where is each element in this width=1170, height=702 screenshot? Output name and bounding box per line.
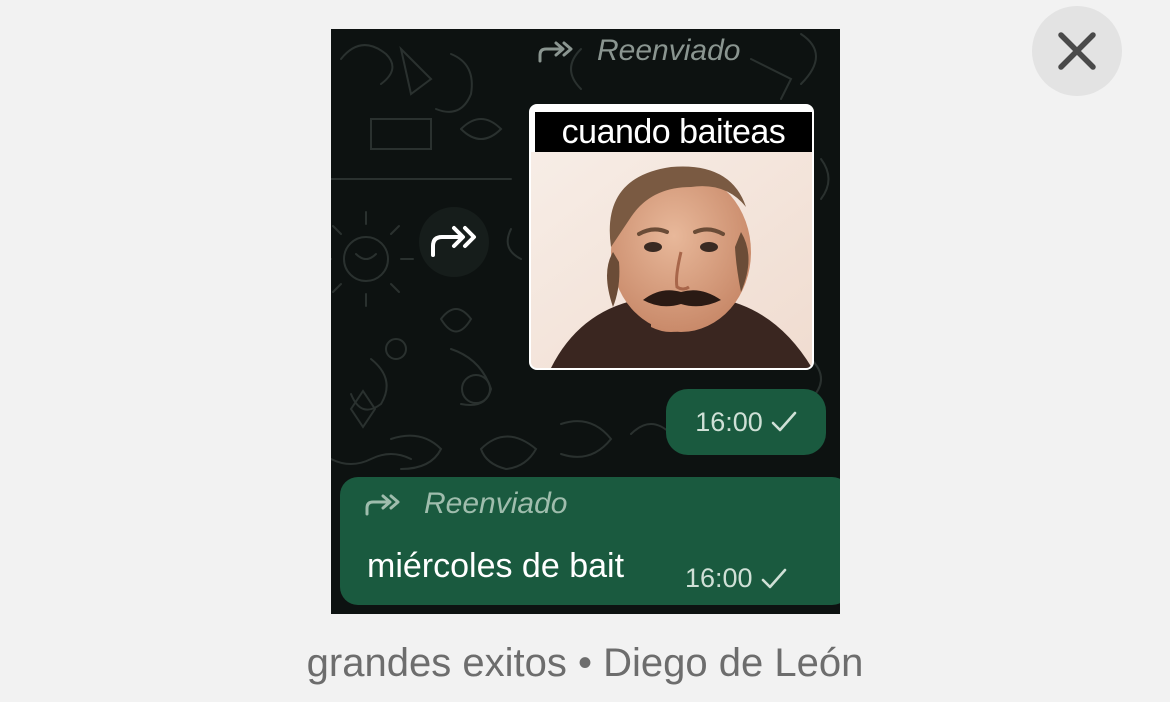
forwarded-text-top: Reenviado bbox=[597, 34, 741, 67]
forwarded-icon bbox=[537, 39, 575, 63]
message-time: 16:00 bbox=[685, 563, 753, 593]
sticker-man-photo bbox=[531, 152, 812, 368]
forward-arrow-icon bbox=[429, 223, 479, 262]
image-caption: grandes exitos • Diego de León bbox=[0, 641, 1170, 686]
caption-album: grandes exitos bbox=[306, 641, 567, 685]
close-icon bbox=[1055, 29, 1099, 73]
meme-sticker[interactable]: cuando baiteas bbox=[529, 104, 814, 370]
sticker-time: 16:00 bbox=[695, 406, 763, 437]
chat-screenshot-image: Reenviado cuando baiteas 16:00 Reenviado… bbox=[331, 29, 840, 614]
message-bubble[interactable]: Reenviado miércoles de bait 16:00 bbox=[340, 477, 840, 605]
forwarded-text-message: Reenviado bbox=[424, 487, 568, 520]
forwarded-icon bbox=[364, 492, 402, 516]
caption-author: Diego de León bbox=[603, 641, 864, 685]
forwarded-label-top: Reenviado bbox=[537, 29, 740, 73]
sent-check-icon bbox=[771, 411, 797, 433]
sent-check-icon bbox=[761, 568, 787, 590]
sticker-time-bubble: 16:00 bbox=[666, 389, 826, 455]
close-button[interactable] bbox=[1032, 6, 1122, 96]
forward-share-button[interactable] bbox=[419, 207, 489, 277]
caption-separator: • bbox=[577, 641, 592, 685]
message-time-group: 16:00 bbox=[685, 563, 787, 594]
message-text: miércoles de bait bbox=[367, 547, 625, 585]
forwarded-label-message: Reenviado bbox=[364, 487, 567, 521]
sticker-caption: cuando baiteas bbox=[535, 112, 812, 152]
